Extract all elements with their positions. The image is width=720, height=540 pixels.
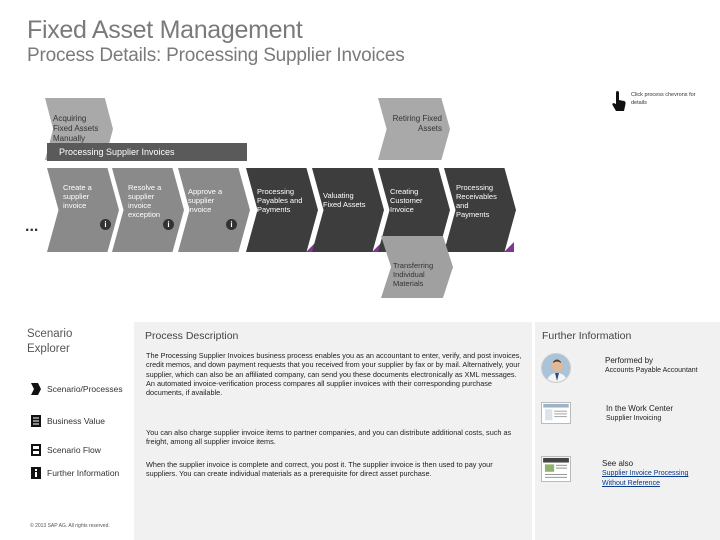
explorer-item-label: Scenario/Processes bbox=[47, 384, 123, 394]
chevron-label: Processing Receivables and Payments bbox=[456, 183, 497, 219]
chevron-label: Creating Customer Invoice bbox=[390, 187, 423, 214]
explorer-item-further-information[interactable]: Further Information bbox=[30, 466, 119, 480]
performed-by-label: Performed by bbox=[605, 356, 654, 365]
work-center-value: Supplier Invoicing bbox=[606, 415, 662, 422]
chevron-label: Retiring Fixed Assets bbox=[392, 114, 442, 133]
explorer-item-label: Further Information bbox=[47, 468, 120, 478]
info-icon[interactable]: i bbox=[163, 219, 174, 230]
description-paragraph: The Processing Supplier Invoices busines… bbox=[146, 351, 522, 398]
flow-icon bbox=[31, 444, 41, 456]
chevron-label: Acquiring Fixed Assets Manually bbox=[53, 114, 99, 143]
accent-corner bbox=[504, 242, 514, 252]
more-steps-ellipsis: ... bbox=[25, 218, 39, 235]
explorer-item-scenario-flow[interactable]: Scenario Flow bbox=[30, 443, 101, 457]
process-icon bbox=[31, 383, 41, 395]
process-description-title: Process Description bbox=[145, 330, 239, 342]
close-icon[interactable]: X bbox=[228, 144, 237, 159]
explorer-item-business-value[interactable]: Business Value bbox=[30, 414, 105, 428]
scenario-explorer-title: Scenario Explorer bbox=[27, 328, 73, 355]
chevron-label: Approve a supplier invoice bbox=[188, 187, 223, 214]
work-center-icon bbox=[541, 402, 571, 424]
description-paragraph: You can also charge supplier invoice ite… bbox=[146, 428, 512, 447]
info-icon bbox=[31, 467, 41, 479]
chevron-label: Valuating Fixed Assets bbox=[323, 191, 366, 209]
info-icon[interactable]: i bbox=[226, 219, 237, 230]
pointer-hand-icon bbox=[612, 91, 626, 111]
expanded-process-title: Processing Supplier Invoices bbox=[59, 147, 175, 157]
see-also-link[interactable]: Supplier Invoice Processing Without Refe… bbox=[602, 469, 710, 488]
chevron-label: Processing Payables and Payments bbox=[257, 187, 303, 214]
chevron-label: Transferring Individual Materials bbox=[393, 261, 434, 288]
explorer-item-label: Business Value bbox=[47, 416, 105, 426]
info-icon[interactable]: i bbox=[100, 219, 111, 230]
document-icon bbox=[31, 415, 41, 427]
avatar bbox=[541, 353, 571, 383]
description-paragraph: When the supplier invoice is complete an… bbox=[146, 460, 493, 479]
document-preview-icon bbox=[541, 456, 571, 482]
explorer-item-label: Scenario Flow bbox=[47, 445, 101, 455]
performed-by-value: Accounts Payable Accountant bbox=[605, 367, 698, 374]
further-information-title: Further Information bbox=[542, 330, 632, 342]
explorer-item-scenario-processes[interactable]: Scenario/Processes bbox=[30, 382, 123, 396]
copyright-text: © 2013 SAP AG. All rights reserved. bbox=[30, 523, 110, 529]
page-title: Fixed Asset Management bbox=[27, 16, 303, 44]
chevron-create-supplier-invoice[interactable] bbox=[47, 168, 119, 252]
hint-text: Click process chevrons for details bbox=[631, 92, 696, 106]
chevron-label: Resolve a supplier invoice exception bbox=[128, 183, 162, 219]
click-hint: Click process chevrons for details bbox=[611, 91, 701, 113]
chevron-label: Create a supplier invoice bbox=[63, 183, 92, 210]
page-subtitle: Process Details: Processing Supplier Inv… bbox=[27, 45, 405, 66]
work-center-label: In the Work Center bbox=[606, 404, 673, 413]
chevron-valuating-fixed-assets[interactable] bbox=[312, 168, 384, 252]
see-also-label: See also bbox=[602, 459, 634, 468]
